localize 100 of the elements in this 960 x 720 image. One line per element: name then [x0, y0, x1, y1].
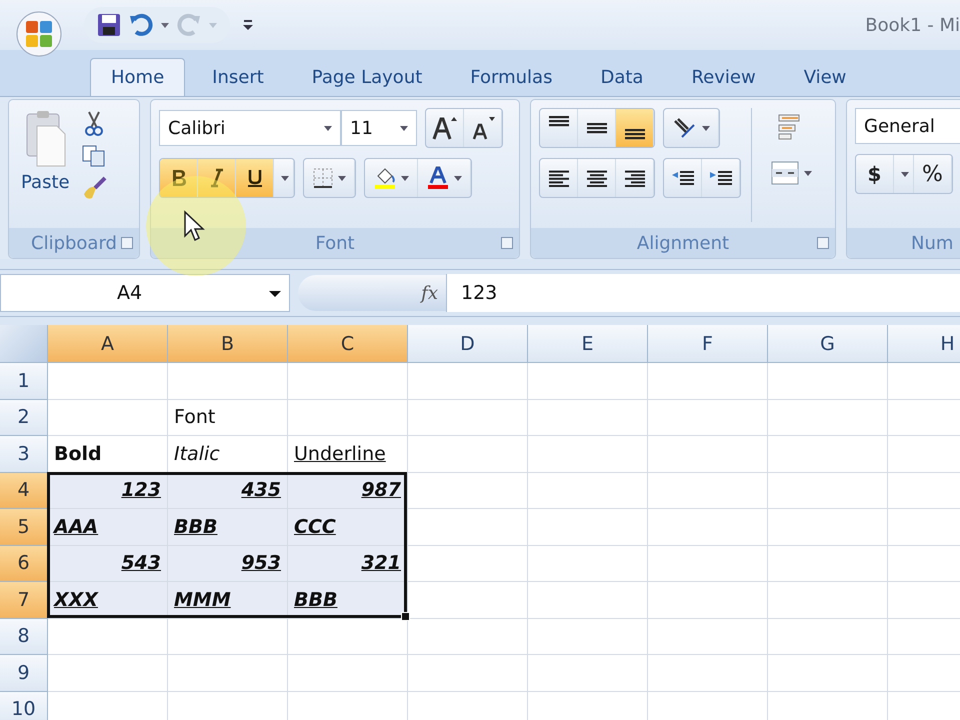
formula-bar-handle[interactable]: fx	[298, 275, 446, 311]
sheet-cell[interactable]	[408, 546, 528, 582]
sheet-cell[interactable]	[48, 618, 168, 655]
ribbon-tab[interactable]: Data	[579, 58, 664, 96]
sheet-cell[interactable]	[768, 582, 888, 618]
dialog-launcher-icon[interactable]	[817, 237, 829, 249]
sheet-cell[interactable]	[648, 655, 768, 692]
row-header[interactable]: 8	[0, 618, 48, 655]
sheet-cell[interactable]	[168, 655, 288, 692]
sheet-cell[interactable]	[288, 655, 408, 692]
sheet-cell[interactable]: BBB	[168, 509, 288, 546]
percent-button[interactable]: %	[914, 155, 952, 193]
sheet-cell[interactable]	[768, 546, 888, 582]
customize-icon[interactable]	[242, 18, 254, 32]
sheet-cell[interactable]: AAA	[48, 509, 168, 546]
row-header[interactable]: 6	[0, 546, 48, 582]
sheet-cell[interactable]: Underline	[288, 436, 408, 472]
select-all-button[interactable]	[0, 325, 48, 363]
sheet-cell[interactable]	[648, 400, 768, 436]
column-header[interactable]: G	[768, 325, 888, 363]
sheet-cell[interactable]	[528, 618, 648, 655]
column-header[interactable]: H	[888, 325, 960, 363]
sheet-cell[interactable]	[648, 363, 768, 400]
name-box[interactable]: A4	[0, 274, 290, 312]
formula-field[interactable]: 123	[446, 274, 960, 312]
sheet-cell[interactable]	[768, 436, 888, 472]
redo-icon[interactable]	[176, 12, 202, 38]
sheet-cell[interactable]	[768, 655, 888, 692]
caret-icon[interactable]	[269, 290, 281, 298]
sheet-cell[interactable]	[528, 546, 648, 582]
ribbon-tab[interactable]: Review	[670, 58, 777, 96]
sheet-cell[interactable]	[528, 655, 648, 692]
dialog-launcher-icon[interactable]	[121, 237, 133, 249]
font-name-field[interactable]: Calibri	[159, 110, 341, 146]
sheet-cell[interactable]	[768, 509, 888, 546]
sheet-cell[interactable]	[168, 363, 288, 400]
ribbon-tab[interactable]: View	[782, 58, 868, 96]
column-header[interactable]: B	[168, 325, 288, 363]
row-header[interactable]: 1	[0, 363, 48, 400]
scissors-icon[interactable]	[82, 110, 105, 136]
sheet-cell[interactable]	[528, 582, 648, 618]
ribbon-tab[interactable]: Page Layout	[290, 58, 444, 96]
row-header[interactable]: 4	[0, 472, 48, 509]
sheet-cell[interactable]	[528, 509, 648, 546]
office-button[interactable]	[16, 11, 62, 57]
column-header[interactable]: F	[648, 325, 768, 363]
fill-handle[interactable]	[401, 612, 410, 620]
sheet-cell[interactable]	[408, 472, 528, 509]
sheet-cell[interactable]	[768, 618, 888, 655]
underline-button[interactable]	[236, 159, 274, 197]
column-header[interactable]: E	[528, 325, 648, 363]
sheet-cell[interactable]: Font	[168, 400, 288, 436]
row-header[interactable]: 3	[0, 436, 48, 472]
sheet-cell[interactable]	[48, 655, 168, 692]
sheet-cell[interactable]: XXX	[48, 582, 168, 618]
sheet-cell[interactable]	[648, 509, 768, 546]
sheet-cell[interactable]: 123	[48, 472, 168, 509]
column-header[interactable]: A	[48, 325, 168, 363]
sheet-cell[interactable]: 543	[48, 546, 168, 582]
sheet-cell[interactable]	[528, 436, 648, 472]
ribbon-tab[interactable]: Formulas	[449, 58, 574, 96]
dialog-launcher-icon[interactable]	[501, 237, 513, 249]
sheet-cell[interactable]	[648, 472, 768, 509]
sheet-cell[interactable]	[408, 363, 528, 400]
sheet-cell[interactable]: 435	[168, 472, 288, 509]
currency-button[interactable]: $	[856, 155, 894, 193]
italic-button[interactable]	[198, 159, 236, 197]
undo-icon[interactable]	[128, 12, 154, 38]
ribbon-tab[interactable]: Home	[90, 58, 186, 96]
sheet-cell[interactable]: 321	[288, 546, 408, 582]
sheet-cell[interactable]	[288, 363, 408, 400]
sheet-cell[interactable]	[48, 363, 168, 400]
sheet-cell[interactable]	[288, 400, 408, 436]
row-header[interactable]: 10	[0, 692, 48, 720]
sheet-cell[interactable]	[408, 509, 528, 546]
sheet-cell[interactable]	[768, 472, 888, 509]
sheet-cell[interactable]	[408, 400, 528, 436]
column-header[interactable]: D	[408, 325, 528, 363]
sheet-cell[interactable]	[768, 363, 888, 400]
bold-button[interactable]	[160, 159, 198, 197]
sheet-cell[interactable]	[408, 618, 528, 655]
sheet-cell[interactable]	[648, 618, 768, 655]
ribbon-tab[interactable]: Insert	[191, 58, 285, 96]
sheet-cell[interactable]	[648, 546, 768, 582]
sheet-cell[interactable]	[528, 363, 648, 400]
sheet-cell[interactable]: MMM	[168, 582, 288, 618]
sheet-cell[interactable]: CCC	[288, 509, 408, 546]
sheet-cell[interactable]	[648, 436, 768, 472]
sheet-cell[interactable]	[168, 618, 288, 655]
sheet-cell[interactable]	[528, 472, 648, 509]
row-header[interactable]: 5	[0, 509, 48, 546]
paste-button[interactable]: Paste	[17, 108, 74, 228]
sheet-cell[interactable]: 953	[168, 546, 288, 582]
sheet-cell[interactable]	[408, 655, 528, 692]
font-size-field[interactable]: 11	[341, 110, 417, 146]
row-header[interactable]: 9	[0, 655, 48, 692]
sheet-cell[interactable]	[768, 400, 888, 436]
sheet-cell[interactable]	[648, 582, 768, 618]
sheet-cell[interactable]	[48, 400, 168, 436]
copy-icon[interactable]	[80, 144, 107, 168]
